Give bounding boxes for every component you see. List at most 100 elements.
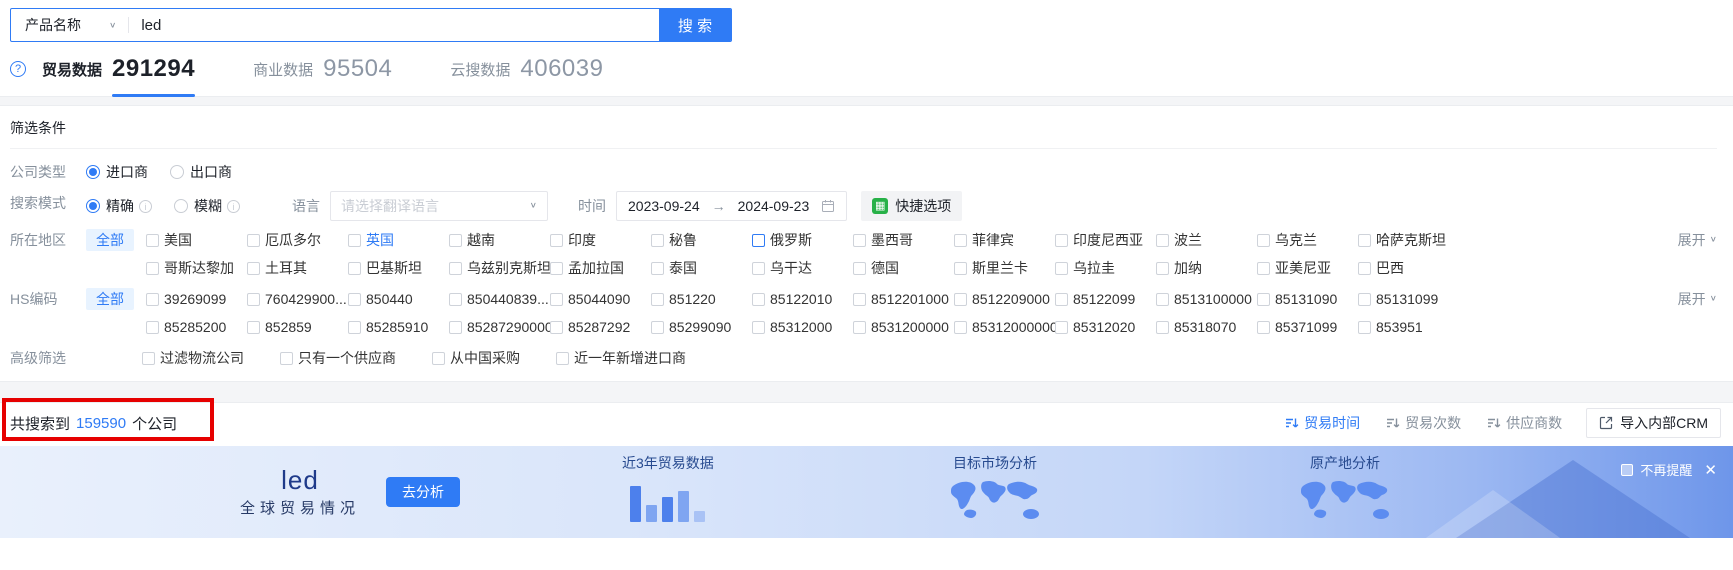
- hs-checkbox-item[interactable]: 85318070: [1156, 315, 1257, 339]
- info-icon[interactable]: i: [139, 199, 152, 213]
- region-checkbox-item[interactable]: 美国: [146, 228, 247, 252]
- region-checkbox-item[interactable]: 乌干达: [752, 256, 853, 280]
- region-checkbox-item[interactable]: 哈萨克斯坦: [1358, 228, 1459, 252]
- radio-importer[interactable]: 进口商: [86, 160, 148, 184]
- tab-business-data[interactable]: 商业数据 95504: [253, 55, 392, 83]
- hs-expand-link[interactable]: 展开 ∨: [1678, 287, 1717, 311]
- hs-checkbox-item[interactable]: 853951: [1358, 315, 1459, 339]
- date-start[interactable]: 2023-09-24: [628, 194, 700, 218]
- region-checkbox-item[interactable]: 墨西哥: [853, 228, 954, 252]
- region-checkbox-item[interactable]: 德国: [853, 256, 954, 280]
- hs-checkbox-item[interactable]: 85131090: [1257, 287, 1358, 311]
- region-checkbox-item[interactable]: 波兰: [1156, 228, 1257, 252]
- hs-checkbox-item[interactable]: 85044090: [550, 287, 651, 311]
- hs-checkbox-item[interactable]: 85371099: [1257, 315, 1358, 339]
- hs-checkbox-item[interactable]: 852859: [247, 315, 348, 339]
- hs-checkbox-item[interactable]: 850440839...: [449, 287, 550, 311]
- hs-checkbox-item[interactable]: 85122099: [1055, 287, 1156, 311]
- sort-button[interactable]: 贸易时间: [1285, 413, 1360, 433]
- hs-checkbox-item[interactable]: 85131099: [1358, 287, 1459, 311]
- search-input[interactable]: [129, 9, 659, 41]
- radio-exact[interactable]: 精确 i: [86, 194, 152, 218]
- date-end[interactable]: 2024-09-23: [738, 194, 810, 218]
- region-checkbox-item[interactable]: 孟加拉国: [550, 256, 651, 280]
- region-checkbox-item[interactable]: 斯里兰卡: [954, 256, 1055, 280]
- dismiss-checkbox[interactable]: [1621, 463, 1634, 476]
- checkbox-icon: [146, 261, 159, 275]
- hs-checkbox-item[interactable]: 85122010: [752, 287, 853, 311]
- hs-checkbox-item[interactable]: 85312000: [752, 315, 853, 339]
- section-divider-band: [0, 96, 1733, 106]
- hs-checkbox-item[interactable]: 85312000000: [954, 315, 1055, 339]
- hs-checkbox-item[interactable]: 851220: [651, 287, 752, 311]
- feature-target-market[interactable]: 目标市场分析: [945, 453, 1045, 524]
- region-checkbox-item[interactable]: 俄罗斯: [752, 228, 853, 252]
- tab-cloud-search-data[interactable]: 云搜数据 406039: [450, 55, 603, 83]
- search-category-select[interactable]: 产品名称 ∨: [11, 9, 128, 41]
- hs-checkbox-item[interactable]: 850440: [348, 287, 449, 311]
- hs-checkbox-item[interactable]: 85285910: [348, 315, 449, 339]
- feature-trade-data[interactable]: 近3年贸易数据: [622, 453, 714, 522]
- region-checkbox-item[interactable]: 乌拉圭: [1055, 256, 1156, 280]
- region-checkbox-item[interactable]: 菲律宾: [954, 228, 1055, 252]
- advanced-checkbox-item[interactable]: 只有一个供应商: [280, 346, 396, 370]
- region-checkbox-item[interactable]: 乌兹别克斯坦: [449, 256, 550, 280]
- tab-trade-data[interactable]: ? 贸易数据 291294: [10, 55, 196, 97]
- region-checkbox-item[interactable]: 越南: [449, 228, 550, 252]
- region-checkbox-item[interactable]: 厄瓜多尔: [247, 228, 348, 252]
- help-icon[interactable]: ?: [10, 61, 26, 77]
- region-checkbox-item[interactable]: 亚美尼亚: [1257, 256, 1358, 280]
- hs-checkbox-item[interactable]: 85287290000: [449, 315, 550, 339]
- region-checkbox-item[interactable]: 土耳其: [247, 256, 348, 280]
- radio-fuzzy[interactable]: 模糊 i: [174, 194, 240, 218]
- sort-button[interactable]: 贸易次数: [1386, 413, 1461, 433]
- region-checkbox-item[interactable]: 英国: [348, 228, 449, 252]
- hs-checkbox-item[interactable]: 8531200000: [853, 315, 954, 339]
- radio-exporter[interactable]: 出口商: [170, 160, 232, 184]
- region-checkbox-item[interactable]: 加纳: [1156, 256, 1257, 280]
- hs-checkbox-item[interactable]: 85287292: [550, 315, 651, 339]
- data-source-tabs: ? 贸易数据 291294 商业数据 95504 云搜数据 406039: [0, 42, 1733, 97]
- checkbox-icon: [954, 261, 967, 275]
- language-select[interactable]: 请选择翻译语言 ∨: [330, 191, 548, 221]
- search-button[interactable]: 搜 索: [659, 9, 731, 41]
- checkbox-icon: [556, 351, 569, 365]
- region-expand-link[interactable]: 展开 ∨: [1678, 228, 1717, 252]
- hs-checkbox-item[interactable]: 8512209000: [954, 287, 1055, 311]
- radio-label: 出口商: [190, 164, 232, 180]
- close-icon[interactable]: ✕: [1704, 461, 1717, 479]
- hs-checkbox-item[interactable]: 760429900...: [247, 287, 348, 311]
- radio-label: 进口商: [106, 164, 148, 180]
- advanced-checkbox-item[interactable]: 过滤物流公司: [142, 346, 244, 370]
- analyze-button[interactable]: 去分析: [386, 477, 461, 507]
- region-checkbox-item[interactable]: 印度: [550, 228, 651, 252]
- hs-checkbox-item[interactable]: 85285200: [146, 315, 247, 339]
- sort-button[interactable]: 供应商数: [1487, 413, 1562, 433]
- advanced-checkbox-item[interactable]: 近一年新增进口商: [556, 346, 686, 370]
- hs-checkbox-item[interactable]: 85299090: [651, 315, 752, 339]
- hs-checkbox-item[interactable]: 8513100000: [1156, 287, 1257, 311]
- hs-all-chip[interactable]: 全部: [86, 288, 134, 310]
- region-all-chip[interactable]: 全部: [86, 229, 134, 251]
- region-checkbox-item[interactable]: 巴西: [1358, 256, 1459, 280]
- hs-checkbox-item[interactable]: 39269099: [146, 287, 247, 311]
- hs-checkbox-item[interactable]: 8512201000: [853, 287, 954, 311]
- region-checkbox-item[interactable]: 乌克兰: [1257, 228, 1358, 252]
- import-crm-button[interactable]: 导入内部CRM: [1586, 408, 1721, 438]
- filter-row-company-type: 公司类型 进口商 出口商: [10, 160, 1717, 184]
- region-checkbox-item[interactable]: 印度尼西亚: [1055, 228, 1156, 252]
- info-icon[interactable]: i: [227, 199, 240, 213]
- advanced-checkbox-item[interactable]: 从中国采购: [432, 346, 520, 370]
- filter-row-hs-code: HS编码 全部 39269099 760429900... 850440 850…: [10, 287, 1717, 339]
- feature-origin-analysis[interactable]: 原产地分析: [1295, 453, 1395, 524]
- date-range-picker[interactable]: 2023-09-24 → 2024-09-23: [616, 191, 848, 221]
- region-checkbox-item[interactable]: 泰国: [651, 256, 752, 280]
- hs-checkbox-item[interactable]: 85312020: [1055, 315, 1156, 339]
- quick-options-button[interactable]: ▦ 快捷选项: [861, 191, 963, 221]
- checkbox-label: 85122010: [770, 291, 833, 307]
- checkbox-label: 近一年新增进口商: [574, 350, 686, 366]
- region-checkbox-item[interactable]: 哥斯达黎加: [146, 256, 247, 280]
- region-checkbox-item[interactable]: 巴基斯坦: [348, 256, 449, 280]
- region-checkbox-item[interactable]: 秘鲁: [651, 228, 752, 252]
- checkbox-icon: [146, 233, 159, 247]
